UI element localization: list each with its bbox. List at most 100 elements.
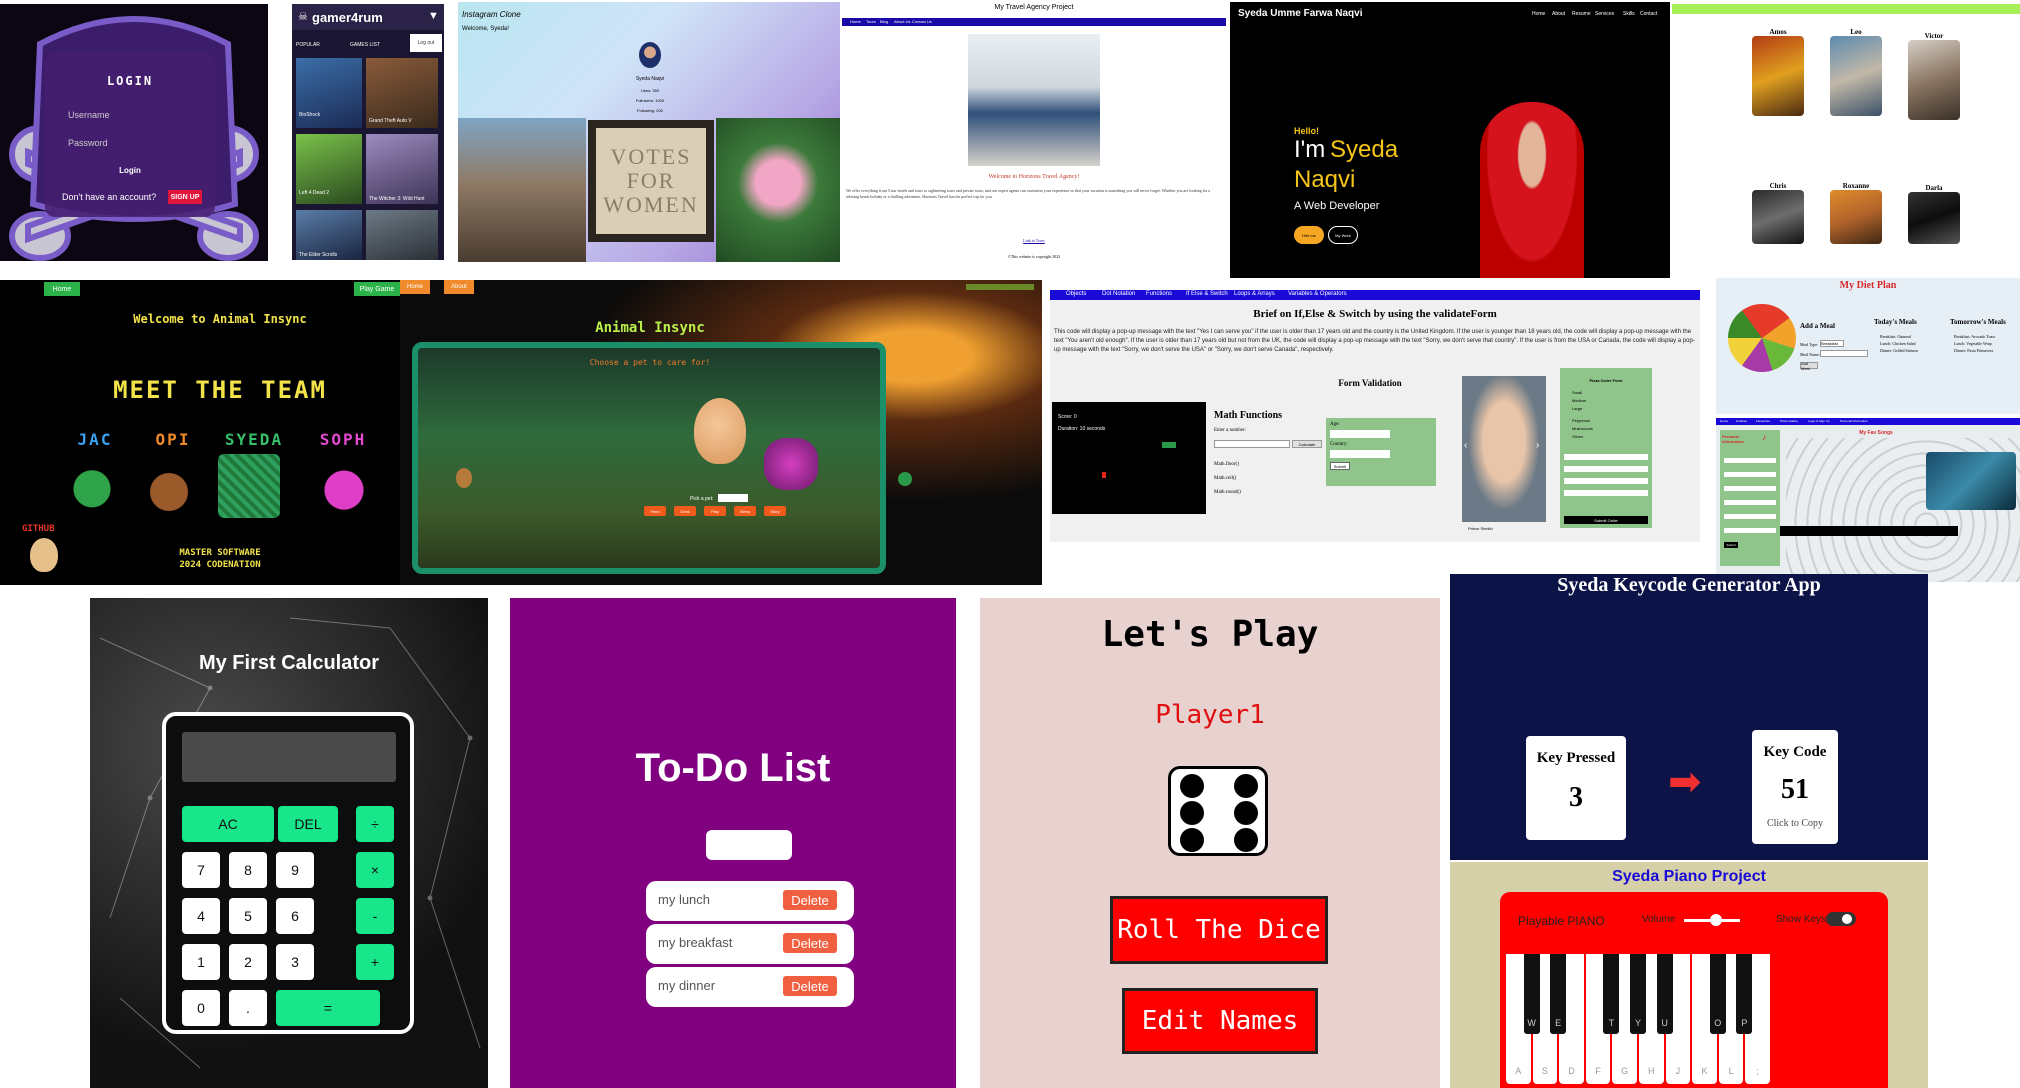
songs-nav-favourites[interactable]: Favourites bbox=[1756, 419, 1770, 423]
songs-nav-personal[interactable]: Personal Information bbox=[1840, 419, 1868, 423]
team-nav-play[interactable]: Play Game bbox=[354, 282, 400, 296]
clear-button[interactable]: AC bbox=[182, 806, 274, 842]
carousel-prev-icon[interactable]: ‹ bbox=[1464, 440, 1467, 451]
volume-slider-thumb[interactable] bbox=[1710, 914, 1722, 926]
story-button[interactable]: Story bbox=[764, 506, 786, 516]
multiply-button[interactable]: × bbox=[356, 852, 394, 888]
tab-functions[interactable]: Functions bbox=[1146, 291, 1172, 297]
travel-nav-home[interactable]: Home bbox=[850, 19, 861, 24]
age-input[interactable] bbox=[1330, 430, 1390, 438]
black-key[interactable]: P bbox=[1736, 954, 1753, 1034]
country-input[interactable] bbox=[1330, 450, 1390, 458]
play-button[interactable]: Play bbox=[704, 506, 726, 516]
digit-5-button[interactable]: 5 bbox=[229, 898, 267, 934]
github-link[interactable]: GITHUB bbox=[22, 524, 55, 534]
songs-nav-gallery[interactable]: Photo Gallery bbox=[1780, 419, 1798, 423]
delete-button[interactable]: Delete bbox=[783, 890, 837, 910]
sleep-button[interactable]: Sleep bbox=[734, 506, 756, 516]
equals-button[interactable]: = bbox=[276, 990, 380, 1026]
pet-select[interactable] bbox=[718, 494, 748, 502]
add-meal-button[interactable]: Add Meal bbox=[1800, 361, 1818, 371]
black-key[interactable]: W bbox=[1523, 954, 1540, 1034]
signup-button[interactable]: SIGN UP bbox=[168, 190, 202, 204]
portfolio-nav-about[interactable]: About bbox=[1552, 11, 1565, 17]
pizza-input[interactable] bbox=[1564, 490, 1648, 496]
pizza-option[interactable]: Olives bbox=[1572, 434, 1583, 439]
travel-nav-contact[interactable]: Contact Us bbox=[912, 19, 932, 24]
pet-nav-home[interactable]: Home bbox=[400, 280, 430, 294]
password-field[interactable]: Password bbox=[68, 138, 108, 148]
copy-button[interactable]: Click to Copy bbox=[1752, 818, 1838, 829]
black-key[interactable]: U bbox=[1656, 954, 1673, 1034]
tab-if-else[interactable]: If Else & Switch bbox=[1186, 291, 1228, 297]
black-key[interactable]: O bbox=[1709, 954, 1726, 1034]
submit-order-button[interactable]: Submit Order bbox=[1564, 516, 1648, 524]
personal-input[interactable] bbox=[1724, 528, 1776, 533]
travel-nav-about[interactable]: About Us bbox=[894, 19, 910, 24]
personal-input[interactable] bbox=[1724, 486, 1776, 491]
digit-2-button[interactable]: 2 bbox=[229, 944, 267, 980]
roll-dice-button[interactable]: Roll The Dice bbox=[1110, 896, 1328, 964]
black-key[interactable]: E bbox=[1550, 954, 1567, 1034]
travel-nav-blog[interactable]: Blog bbox=[880, 19, 888, 24]
username-field[interactable]: Username bbox=[68, 110, 110, 120]
drink-button[interactable]: Drink bbox=[674, 506, 696, 516]
pizza-input[interactable] bbox=[1564, 466, 1648, 472]
songs-nav-hobbies[interactable]: Hobbies bbox=[1736, 419, 1747, 423]
carousel-next-icon[interactable]: › bbox=[1536, 440, 1539, 451]
delete-button[interactable]: DEL bbox=[278, 806, 338, 842]
black-key[interactable]: T bbox=[1603, 954, 1620, 1034]
digit-1-button[interactable]: 1 bbox=[182, 944, 220, 980]
meal-name-input[interactable] bbox=[1820, 350, 1868, 357]
login-button[interactable]: Login bbox=[105, 166, 155, 175]
digit-3-button[interactable]: 3 bbox=[276, 944, 314, 980]
nav-games-list[interactable]: GAMES LIST bbox=[350, 42, 380, 48]
personal-submit-button[interactable]: Submit bbox=[1724, 542, 1738, 548]
songs-player-bar[interactable] bbox=[1780, 526, 1958, 536]
number-input[interactable] bbox=[1214, 440, 1290, 448]
delete-button[interactable]: Delete bbox=[783, 976, 837, 996]
tab-objects[interactable]: Objects bbox=[1066, 291, 1086, 297]
digit-0-button[interactable]: 0 bbox=[182, 990, 220, 1026]
pizza-option[interactable]: Mushrooms bbox=[1572, 426, 1593, 431]
menu-chevron-icon[interactable]: ▼ bbox=[428, 10, 439, 22]
personal-input[interactable] bbox=[1724, 514, 1776, 519]
pizza-option[interactable]: Large bbox=[1572, 406, 1582, 411]
nav-popular[interactable]: POPULAR bbox=[296, 42, 320, 48]
portfolio-nav-skills[interactable]: Skills bbox=[1623, 11, 1635, 17]
pizza-input[interactable] bbox=[1564, 478, 1648, 484]
portfolio-nav-resume[interactable]: Resume bbox=[1572, 11, 1591, 17]
calculate-button[interactable]: Calculate bbox=[1292, 440, 1322, 448]
personal-input[interactable] bbox=[1724, 472, 1776, 477]
subtract-button[interactable]: - bbox=[356, 898, 394, 934]
hire-me-button[interactable]: Hire me bbox=[1294, 226, 1324, 244]
pizza-input[interactable] bbox=[1564, 454, 1648, 460]
tab-variables[interactable]: Variables & Operators bbox=[1288, 291, 1347, 297]
portfolio-nav-home[interactable]: Home bbox=[1532, 11, 1545, 17]
portfolio-nav-contact[interactable]: Contact bbox=[1640, 11, 1657, 17]
divide-button[interactable]: ÷ bbox=[356, 806, 394, 842]
pet-nav-about[interactable]: About bbox=[444, 280, 474, 294]
digit-4-button[interactable]: 4 bbox=[182, 898, 220, 934]
game-card[interactable] bbox=[366, 134, 438, 204]
add-button[interactable]: + bbox=[356, 944, 394, 980]
digit-9-button[interactable]: 9 bbox=[276, 852, 314, 888]
digit-7-button[interactable]: 7 bbox=[182, 852, 220, 888]
tab-dot-notation[interactable]: Dot Notation bbox=[1102, 291, 1135, 297]
black-key[interactable]: Y bbox=[1630, 954, 1646, 1034]
team-nav-home[interactable]: Home bbox=[44, 282, 80, 296]
meal-type-select[interactable]: Breakfast bbox=[1820, 340, 1844, 347]
portfolio-nav-services[interactable]: Services bbox=[1595, 11, 1614, 17]
submit-button[interactable]: Submit bbox=[1330, 462, 1350, 470]
logout-button[interactable]: Log out bbox=[410, 34, 442, 52]
travel-nav-tours[interactable]: Tours bbox=[866, 19, 876, 24]
game-card[interactable] bbox=[366, 210, 438, 260]
pizza-option[interactable]: Small bbox=[1572, 390, 1582, 395]
travel-link[interactable]: Link to Tours bbox=[842, 238, 1226, 243]
digit-8-button[interactable]: 8 bbox=[229, 852, 267, 888]
todo-input[interactable] bbox=[706, 830, 792, 860]
personal-input[interactable] bbox=[1724, 500, 1776, 505]
songs-nav-login[interactable]: Login & Sign Up bbox=[1808, 419, 1830, 423]
my-work-button[interactable]: My Work bbox=[1328, 226, 1358, 244]
decimal-button[interactable]: . bbox=[229, 990, 267, 1026]
